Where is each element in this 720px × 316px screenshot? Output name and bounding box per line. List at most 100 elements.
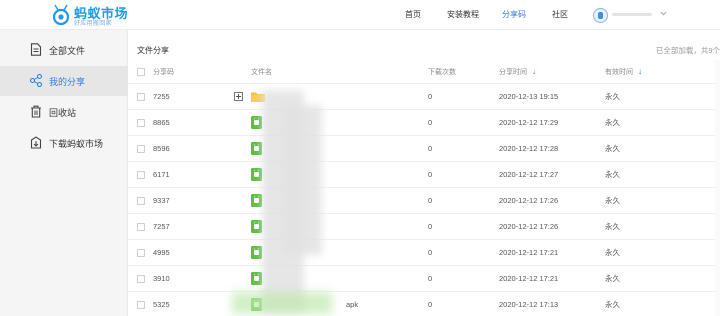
row-select-cell: [137, 110, 145, 135]
download-count-cell: 0: [428, 266, 432, 291]
table-row[interactable]: 5325 apk 0 2020-12-12 17:13 永久: [128, 292, 720, 316]
row-checkbox[interactable]: [137, 118, 145, 127]
valid-time-cell: 永久: [605, 188, 620, 213]
row-select-cell: [137, 266, 145, 291]
column-header-time[interactable]: 分享时间 ↓: [499, 60, 536, 83]
row-select-cell: [137, 84, 145, 109]
download-count: 0: [428, 248, 433, 257]
row-select-cell: [137, 136, 145, 161]
sidebar-item-all-files[interactable]: 全部文件: [0, 35, 128, 65]
row-checkbox[interactable]: [137, 222, 145, 231]
sort-down-arrow-icon[interactable]: ↓: [532, 67, 536, 76]
valid-time: 永久: [605, 92, 620, 101]
row-select-cell: [137, 240, 145, 265]
valid-time-cell: 永久: [605, 162, 620, 187]
valid-time: 永久: [605, 300, 620, 309]
share-time: 2020-12-12 17:13: [499, 300, 559, 309]
row-checkbox[interactable]: [137, 144, 145, 153]
apk-file-icon: [251, 168, 262, 181]
user-avatar[interactable]: [593, 8, 608, 23]
valid-time-cell: 永久: [605, 214, 620, 239]
sidebar-item-label: 回收站: [49, 108, 77, 118]
nav-community[interactable]: 社区: [552, 0, 568, 30]
row-checkbox[interactable]: [137, 196, 145, 205]
column-header-label: 下载次数: [428, 68, 456, 76]
table-header-row: 分享码 文件名 下载次数 分享时间 ↓ 有效时间 ↓: [128, 60, 720, 84]
scrollbar[interactable]: [715, 60, 720, 316]
table-row[interactable]: 8596 0 2020-12-12 17:28 永久: [128, 136, 720, 162]
nav-home[interactable]: 首页: [405, 0, 421, 30]
share-code: 7255: [153, 92, 170, 101]
sidebar-item-download-app[interactable]: 下载蚂蚁市场: [0, 128, 128, 158]
row-select-cell: [137, 188, 145, 213]
valid-time-cell: 永久: [605, 84, 620, 109]
share-time-cell: 2020-12-12 17:21: [499, 266, 558, 291]
sidebar-item-label: 我的分享: [49, 77, 86, 87]
column-header-label: 有效时间: [605, 68, 633, 76]
sort-down-arrow-icon[interactable]: ↓: [638, 67, 642, 76]
download-count-cell: 0: [428, 136, 432, 161]
download-count-cell: 0: [428, 110, 432, 135]
share-time: 2020-12-12 17:21: [499, 248, 559, 257]
row-checkbox[interactable]: [137, 248, 145, 257]
table-row[interactable]: 7257 0 2020-12-12 17:26 永久: [128, 214, 720, 240]
valid-time-cell: 永久: [605, 292, 620, 316]
download-count-cell: 0: [428, 162, 432, 187]
nav-install-tutorial[interactable]: 安装教程: [447, 0, 479, 30]
download-count-cell: 0: [428, 214, 432, 239]
table-row[interactable]: 6171 0 2020-12-12 17:27 永久: [128, 162, 720, 188]
row-select-cell: [137, 292, 145, 316]
share-time: 2020-12-12 17:26: [499, 222, 559, 231]
row-checkbox[interactable]: [137, 300, 145, 309]
share-time-cell: 2020-12-12 17:29: [499, 110, 558, 135]
share-code: 4995: [153, 248, 170, 257]
download-count: 0: [428, 196, 433, 205]
sidebar-item-label: 全部文件: [49, 46, 86, 56]
user-avatar-icon: [598, 12, 603, 19]
valid-time: 永久: [605, 248, 620, 257]
column-header-count: 下载次数: [428, 60, 456, 83]
download-count: 0: [428, 144, 433, 153]
top-navigation-bar: 蚂蚁市场 好应用搬回家 首页 安装教程 分享码 社区: [0, 0, 720, 30]
app-logo[interactable]: 蚂蚁市场 好应用搬回家: [52, 3, 132, 29]
valid-time-cell: 永久: [605, 240, 620, 265]
table-row[interactable]: 8865 0 2020-12-12 17:29 永久: [128, 110, 720, 136]
apk-file-icon: [251, 116, 262, 129]
valid-time: 永久: [605, 274, 620, 283]
nav-share-code[interactable]: 分享码: [502, 0, 526, 30]
share-code-cell: 6171: [153, 162, 170, 187]
download-count: 0: [428, 274, 433, 283]
table-row[interactable]: 3910 0 2020-12-12 17:21 永久: [128, 266, 720, 292]
share-code-cell: 7257: [153, 214, 170, 239]
select-all-cell: [137, 60, 145, 83]
table-row[interactable]: 7255 0 2020-12-13 19:15 永久: [128, 84, 720, 110]
column-header-valid[interactable]: 有效时间 ↓: [605, 60, 642, 83]
table-row[interactable]: 9337 0 2020-12-12 17:26 永久: [128, 188, 720, 214]
row-checkbox[interactable]: [137, 92, 145, 101]
share-code-cell: 5325: [153, 292, 170, 316]
table-row[interactable]: 4995 0 2020-12-12 17:21 永久: [128, 240, 720, 266]
select-all-checkbox[interactable]: [137, 67, 145, 76]
row-checkbox[interactable]: [137, 170, 145, 179]
chevron-down-icon[interactable]: [660, 10, 667, 17]
share-time-cell: 2020-12-12 17:28: [499, 136, 558, 161]
share-code-cell: 7255: [153, 84, 170, 109]
share-time-cell: 2020-12-12 17:26: [499, 214, 558, 239]
sidebar-item-recycle-bin[interactable]: 回收站: [0, 97, 128, 127]
download-count-cell: 0: [428, 188, 432, 213]
valid-time-cell: 永久: [605, 110, 620, 135]
sidebar-item-my-shares[interactable]: 我的分享: [0, 66, 128, 96]
column-header-label: 分享码: [153, 68, 174, 76]
share-time-cell: 2020-12-12 17:21: [499, 240, 558, 265]
filename-redaction: [282, 105, 322, 255]
row-checkbox[interactable]: [137, 274, 145, 283]
download-count: 0: [428, 222, 433, 231]
share-code: 7257: [153, 222, 170, 231]
share-time-cell: 2020-12-12 17:13: [499, 292, 558, 316]
file-name[interactable]: apk: [346, 300, 358, 309]
download-count-cell: 0: [428, 292, 432, 316]
share-code: 9337: [153, 196, 170, 205]
share-code: 5325: [153, 300, 170, 309]
share-time-cell: 2020-12-12 17:26: [499, 188, 558, 213]
expand-folder-button[interactable]: [234, 92, 243, 101]
